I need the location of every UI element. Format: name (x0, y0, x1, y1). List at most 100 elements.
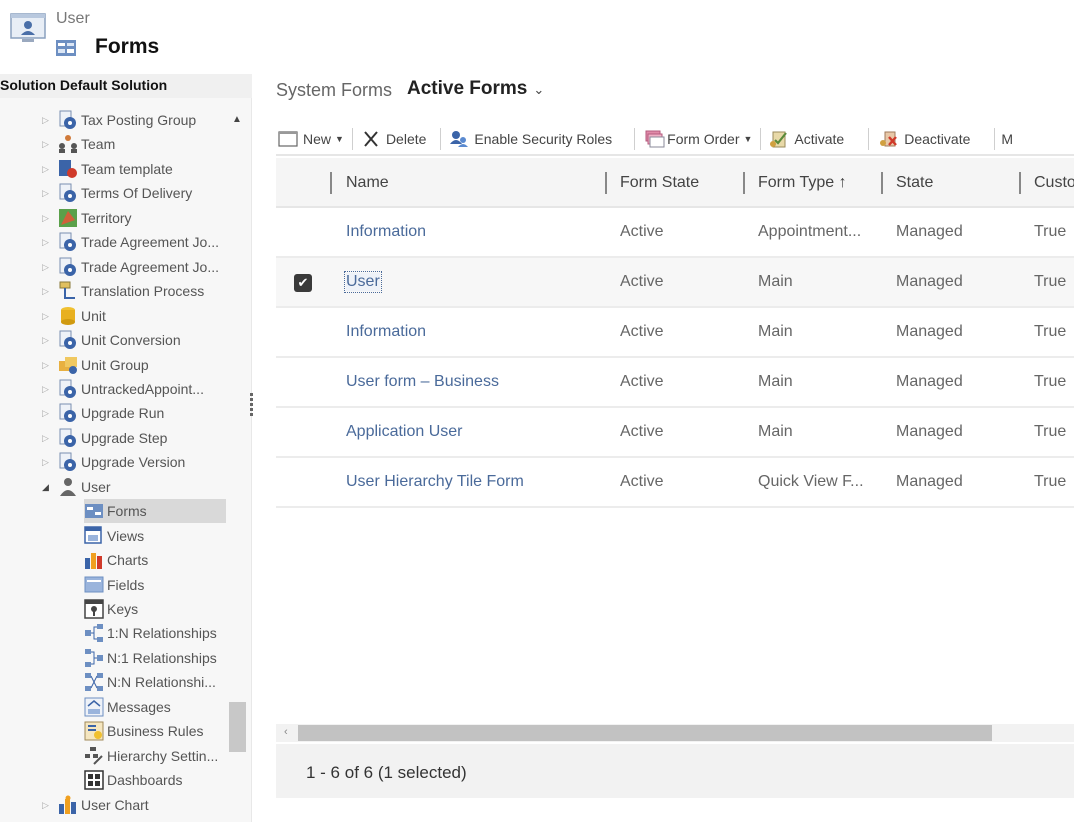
expand-arrow-icon[interactable]: ▷ (42, 384, 52, 394)
expand-arrow-icon[interactable]: ▷ (42, 286, 52, 296)
form-name-link[interactable]: Application User (346, 423, 463, 441)
new-button[interactable]: New ▼ (276, 125, 352, 153)
tree-item[interactable]: Views (84, 524, 226, 548)
state-cell: Managed (896, 273, 963, 290)
tree-item[interactable]: ▷ Team (42, 132, 115, 156)
table-row[interactable]: User Hierarchy Tile Form Active Quick View… (276, 458, 1074, 508)
row-checkbox-checked-icon[interactable]: ✔ (294, 274, 312, 292)
scroll-up-arrow-icon[interactable]: ▲ (232, 114, 242, 125)
entity-header: User Forms (0, 0, 252, 74)
expand-arrow-icon[interactable]: ▷ (42, 164, 52, 174)
form-name-link[interactable]: User form – Business (346, 373, 499, 391)
user-chart-icon (58, 795, 78, 815)
form-state-cell: Active (620, 473, 664, 490)
tree-item[interactable]: ▷ Team template (42, 157, 173, 181)
tree-item-label: Fields (107, 576, 145, 593)
view-selector-label: Active Forms (407, 78, 528, 99)
tree-item[interactable]: ▷ Unit Conversion (42, 328, 181, 352)
tree-item[interactable]: ▷ Translation Process (42, 279, 204, 303)
team-icon (58, 134, 78, 154)
view-selector[interactable]: Active Forms ⌄ (407, 78, 544, 100)
expand-arrow-icon[interactable]: ▷ (42, 335, 52, 345)
table-row[interactable]: Application User Active Main Managed True (276, 408, 1074, 458)
tree-item[interactable]: Fields (84, 573, 226, 597)
tree-item[interactable]: ▷ Trade Agreement Jo... (42, 255, 219, 279)
collapse-arrow-icon[interactable]: ◢ (42, 482, 52, 492)
solution-explorer-pane: User Forms Solution Default Solution ▷ Ta… (0, 0, 252, 822)
horizontal-scrollbar[interactable]: ‹ (276, 724, 1074, 742)
tree-item[interactable]: Charts (84, 548, 226, 572)
expand-arrow-icon[interactable]: ▷ (42, 237, 52, 247)
expand-arrow-icon[interactable]: ▷ (42, 188, 52, 198)
form-state-cell: Active (620, 273, 664, 290)
tree-item[interactable]: 1:N Relationships (84, 621, 226, 645)
expand-arrow-icon[interactable]: ▷ (42, 800, 52, 810)
form-order-button[interactable]: Form Order ▼ (635, 125, 760, 153)
tree-item-label: UntrackedAppoint... (81, 380, 204, 397)
one-to-many-icon (84, 623, 104, 643)
column-header-state[interactable]: State (896, 174, 933, 192)
column-header-form-state[interactable]: Form State (620, 174, 699, 192)
tree-item[interactable]: ▷ UntrackedAppoint... (42, 377, 204, 401)
dropdown-caret-icon: ▼ (335, 134, 344, 144)
tree-item[interactable]: Forms (84, 499, 226, 524)
column-header-form-type[interactable]: Form Type ↑ (758, 174, 847, 192)
tree-item[interactable]: ▷ Terms Of Delivery (42, 181, 192, 205)
column-header-name[interactable]: Name (346, 174, 389, 192)
column-resize-handle[interactable] (605, 172, 607, 194)
form-name-link[interactable]: User (344, 271, 382, 293)
activate-button[interactable]: Activate (761, 125, 852, 153)
horizontal-scrollbar-thumb[interactable] (298, 725, 992, 741)
messages-icon (84, 697, 104, 717)
tree-item[interactable]: ▷ Territory (42, 206, 132, 230)
tree-item[interactable]: Dashboards (84, 768, 226, 792)
form-name-link[interactable]: Information (346, 323, 426, 341)
delete-button[interactable]: Delete (353, 125, 434, 153)
table-row[interactable]: Information Active Appointment... Managed Tr… (276, 208, 1074, 258)
scroll-left-arrow-icon[interactable]: ‹ (284, 726, 288, 738)
expand-arrow-icon[interactable]: ▷ (42, 213, 52, 223)
tree-item[interactable]: ▷ Unit (42, 304, 106, 328)
tree-item[interactable]: ▷ Upgrade Version (42, 450, 185, 474)
column-header-customizable[interactable]: Custo (1034, 174, 1074, 192)
delete-x-icon (364, 131, 378, 147)
column-resize-handle[interactable] (330, 172, 332, 194)
expand-arrow-icon[interactable]: ▷ (42, 139, 52, 149)
expand-arrow-icon[interactable]: ▷ (42, 360, 52, 370)
tree-scrollbar-thumb[interactable] (229, 702, 246, 752)
form-name-link[interactable]: Information (346, 223, 426, 241)
enable-security-roles-button[interactable]: Enable Security Roles (441, 125, 620, 153)
deactivate-button[interactable]: Deactivate (869, 125, 978, 153)
tree-item[interactable]: N:N Relationshi... (84, 670, 226, 694)
tree-item[interactable]: Keys (84, 597, 226, 621)
expand-arrow-icon[interactable]: ▷ (42, 408, 52, 418)
expand-arrow-icon[interactable]: ▷ (42, 457, 52, 467)
customizable-cell: True (1034, 223, 1067, 240)
tree-item[interactable]: ▷ Upgrade Run (42, 401, 164, 425)
form-name-link[interactable]: User Hierarchy Tile Form (346, 473, 524, 491)
entity-icon (58, 232, 78, 252)
tree-item[interactable]: ▷ Unit Group (42, 353, 149, 377)
table-row[interactable]: Information Active Main Managed True (276, 308, 1074, 358)
column-resize-handle[interactable] (881, 172, 883, 194)
table-row[interactable]: User form – Business Active Main Managed Tru… (276, 358, 1074, 408)
expand-arrow-icon[interactable]: ▷ (42, 433, 52, 443)
expand-arrow-icon[interactable]: ▷ (42, 311, 52, 321)
column-resize-handle[interactable] (1019, 172, 1021, 194)
table-row[interactable]: ✔ User Active Main Managed True (276, 258, 1074, 308)
column-resize-handle[interactable] (743, 172, 745, 194)
tree-item[interactable]: ▷ Trade Agreement Jo... (42, 230, 219, 254)
tree-item[interactable]: Business Rules (84, 719, 226, 743)
tree-item[interactable]: Hierarchy Settin... (84, 744, 226, 768)
tree-item[interactable]: ▷ Tax Posting Group (42, 108, 196, 132)
tree-item[interactable]: N:1 Relationships (84, 646, 226, 670)
tree-item[interactable]: Messages (84, 695, 226, 719)
tree-item[interactable]: ▷ User Chart (42, 793, 149, 817)
tree-item[interactable]: ▷ Upgrade Step (42, 426, 167, 450)
pane-splitter-handle[interactable] (250, 393, 254, 421)
tree-item[interactable]: ◢ User (42, 475, 111, 499)
expand-arrow-icon[interactable]: ▷ (42, 262, 52, 272)
more-commands-button[interactable]: M (995, 125, 1021, 153)
state-cell: Managed (896, 223, 963, 240)
expand-arrow-icon[interactable]: ▷ (42, 115, 52, 125)
